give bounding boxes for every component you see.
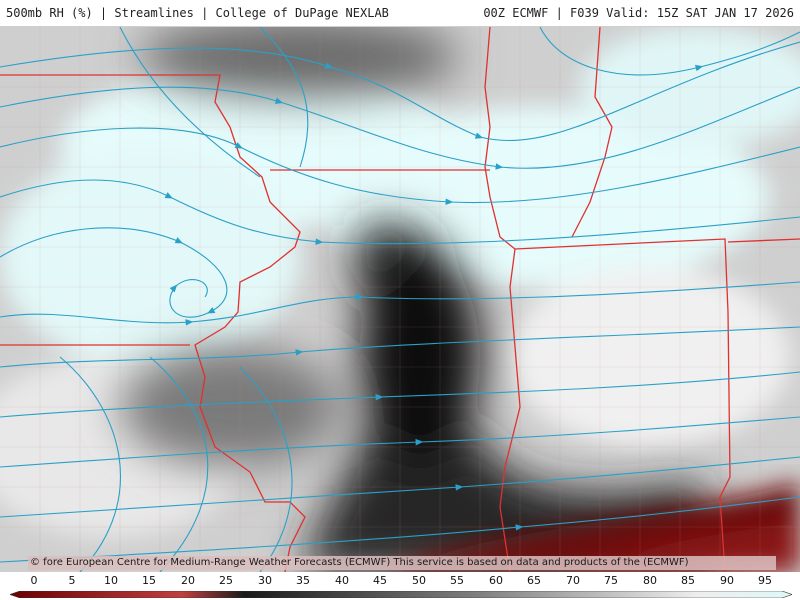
legend-tick: 35 <box>296 574 310 587</box>
map-panel[interactable]: © fore European Centre for Medium-Range … <box>0 27 800 572</box>
legend-tick: 40 <box>335 574 349 587</box>
legend-tick: 80 <box>643 574 657 587</box>
legend-tick: 15 <box>142 574 156 587</box>
legend-tick-labels: 0 5 10 15 20 25 30 35 40 45 50 55 60 65 … <box>0 574 800 588</box>
legend-tick: 90 <box>720 574 734 587</box>
legend-tick: 25 <box>219 574 233 587</box>
legend-tick: 55 <box>450 574 464 587</box>
legend-tick: 10 <box>104 574 118 587</box>
legend-tick: 45 <box>373 574 387 587</box>
legend-tick: 20 <box>181 574 195 587</box>
legend-tick: 50 <box>412 574 426 587</box>
header-bar: 500mb RH (%) | Streamlines | College of … <box>0 0 800 27</box>
rh-streamline-map <box>0 27 800 572</box>
legend-tick: 70 <box>566 574 580 587</box>
valid-time-label: 00Z ECMWF | F039 Valid: 15Z SAT JAN 17 2… <box>483 6 794 20</box>
ecmwf-attribution: © fore European Centre for Medium-Range … <box>28 556 776 570</box>
rh-colorbar <box>10 591 792 598</box>
legend-tick: 65 <box>527 574 541 587</box>
legend-tick: 95 <box>758 574 772 587</box>
legend-tick: 5 <box>68 574 76 587</box>
product-title: 500mb RH (%) | Streamlines | College of … <box>6 6 389 20</box>
legend-tick: 85 <box>681 574 695 587</box>
legend-tick: 75 <box>604 574 618 587</box>
legend-tick: 30 <box>258 574 272 587</box>
legend-tick: 60 <box>489 574 503 587</box>
legend-tick: 0 <box>30 574 38 587</box>
rh-color-legend: 0 5 10 15 20 25 30 35 40 45 50 55 60 65 … <box>0 572 800 600</box>
